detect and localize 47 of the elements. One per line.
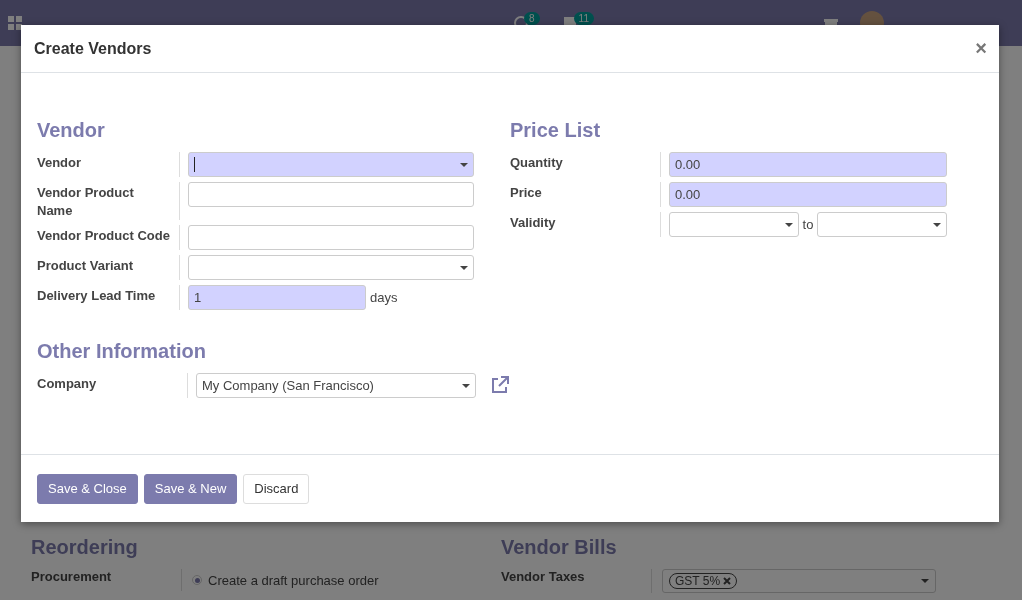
date-field[interactable] xyxy=(817,212,947,237)
field-label: Product Variant xyxy=(37,257,135,275)
text-cursor xyxy=(194,157,195,172)
field-label: Delivery Lead Time xyxy=(37,287,157,305)
section-title: Other Information xyxy=(37,340,207,363)
date-field[interactable] xyxy=(669,212,799,237)
section-title: Reordering xyxy=(31,536,139,559)
field-label: Vendor xyxy=(37,154,83,172)
apps-grid-icon[interactable] xyxy=(8,16,22,30)
caret-icon xyxy=(921,579,929,583)
tags-field[interactable]: GST 5% xyxy=(662,569,936,593)
dialog-title: Create Vendors xyxy=(34,39,152,58)
dropdown-field[interactable] xyxy=(188,255,474,280)
field-label: Vendor Product Name xyxy=(37,184,135,220)
field-label: Validity xyxy=(510,214,557,232)
activity-count-badge: 8 xyxy=(524,11,540,25)
field-label: Company xyxy=(37,375,98,393)
section-title: Vendor Bills xyxy=(501,536,618,559)
unit-label: days xyxy=(370,289,398,307)
caret-icon xyxy=(460,162,468,167)
close-button[interactable]: × xyxy=(975,37,987,60)
input-field[interactable] xyxy=(188,225,474,250)
dropdown-field[interactable] xyxy=(188,152,474,177)
input-field[interactable]: 1 xyxy=(188,285,366,310)
caret-icon xyxy=(460,265,468,270)
remove-icon[interactable] xyxy=(723,577,732,585)
radio-label: Create a draft purchase order xyxy=(208,572,379,588)
field-label: Price xyxy=(510,184,543,202)
field-label: Vendor Product Code xyxy=(37,227,171,245)
save-button[interactable]: Save & Close xyxy=(37,473,138,504)
section-title: Price List xyxy=(510,119,602,142)
section-title: Vendor xyxy=(37,119,106,142)
caret-icon xyxy=(933,222,941,227)
external-link-icon[interactable] xyxy=(490,375,510,395)
message-count-badge: 11 xyxy=(573,11,594,25)
discard-button[interactable]: Discard xyxy=(243,473,310,504)
save-button[interactable]: Save & New xyxy=(143,473,238,504)
input-field[interactable] xyxy=(188,182,474,207)
input-field[interactable]: 0.00 xyxy=(669,182,947,207)
field-label: Procurement xyxy=(31,569,113,586)
caret-icon xyxy=(462,383,470,388)
input-field[interactable]: 0.00 xyxy=(669,152,947,177)
range-separator: to xyxy=(802,216,814,234)
field-label: Quantity xyxy=(510,154,564,172)
dropdown-field[interactable]: My Company (San Francisco) xyxy=(196,373,476,398)
field-label: Vendor Taxes xyxy=(501,569,586,586)
caret-icon xyxy=(784,222,793,227)
